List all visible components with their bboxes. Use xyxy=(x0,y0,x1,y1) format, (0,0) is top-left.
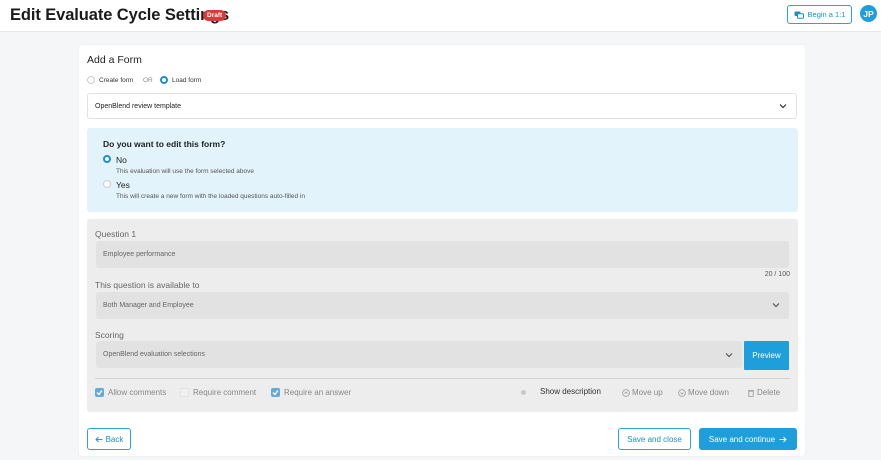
edit-yes-description: This will create a new form with the loa… xyxy=(116,193,305,200)
check-icon xyxy=(272,390,279,396)
character-counter: 20 / 100 xyxy=(764,271,790,278)
check-icon xyxy=(96,390,103,396)
chevron-down-icon xyxy=(772,303,780,308)
availability-label: This question is available to xyxy=(95,280,200,290)
avatar[interactable]: JP xyxy=(860,5,877,22)
allow-comments-label: Allow comments xyxy=(108,388,167,397)
card-title: Add a Form xyxy=(87,54,142,66)
create-form-radio[interactable] xyxy=(87,76,95,84)
form-card: Add a Form Create form OR Load form Open… xyxy=(79,45,805,456)
show-description-label: Show description xyxy=(540,387,601,396)
back-label: Back xyxy=(105,434,124,444)
scoring-label: Scoring xyxy=(95,330,124,340)
save-and-close-button[interactable]: Save and close xyxy=(618,428,691,450)
require-comment-checkbox[interactable] xyxy=(180,388,189,397)
move-up-label: Move up xyxy=(632,388,663,397)
availability-select-value: Both Manager and Employee xyxy=(103,302,194,309)
chat-icon xyxy=(794,11,804,19)
begin-one-on-one-button[interactable]: Begin a 1:1 xyxy=(787,5,852,24)
template-select[interactable]: OpenBlend review template xyxy=(87,93,797,119)
question-input[interactable]: Employee performance xyxy=(96,241,789,268)
arrow-left-icon xyxy=(94,436,103,442)
chevron-down-icon xyxy=(779,104,787,109)
show-description-toggle[interactable] xyxy=(521,390,526,395)
move-down-label: Move down xyxy=(688,388,729,397)
divider xyxy=(95,378,790,379)
require-answer-label: Require an answer xyxy=(284,388,352,397)
chevron-down-icon xyxy=(725,353,733,358)
move-up-button[interactable]: Move up xyxy=(622,388,663,397)
require-answer-checkbox[interactable] xyxy=(271,388,280,397)
save-and-continue-button[interactable]: Save and continue xyxy=(699,428,797,450)
preview-button[interactable]: Preview xyxy=(744,341,789,370)
trash-icon xyxy=(748,389,754,397)
delete-label: Delete xyxy=(757,388,781,397)
move-down-button[interactable]: Move down xyxy=(678,388,729,397)
load-form-radio[interactable] xyxy=(160,76,168,84)
scoring-select-value: OpenBlend evaluation selections xyxy=(103,351,205,358)
allow-comments-checkbox[interactable] xyxy=(95,388,104,397)
load-form-label: Load form xyxy=(172,77,202,84)
edit-no-description: This evaluation will use the form select… xyxy=(116,168,255,175)
or-separator: OR xyxy=(143,77,153,84)
question-label: Question 1 xyxy=(95,229,137,239)
template-select-value: OpenBlend review template xyxy=(95,103,181,110)
top-bar: Edit Evaluate Cycle Settings Draft Begin… xyxy=(0,0,881,32)
arrow-down-circle-icon xyxy=(678,388,686,397)
edit-no-radio[interactable] xyxy=(103,155,111,163)
save-and-continue-label: Save and continue xyxy=(708,434,776,444)
edit-form-question: Do you want to edit this form? xyxy=(103,139,226,149)
create-form-label: Create form xyxy=(99,77,134,84)
edit-yes-label: Yes xyxy=(116,180,130,190)
delete-button[interactable]: Delete xyxy=(747,388,780,397)
arrow-right-icon xyxy=(779,436,787,442)
arrow-up-circle-icon xyxy=(622,388,630,397)
question-panel: Question 1 Employee performance 20 / 100… xyxy=(87,219,798,412)
scoring-select[interactable]: OpenBlend evaluation selections xyxy=(96,341,742,368)
begin-button-label: Begin a 1:1 xyxy=(807,10,846,19)
page-title: Edit Evaluate Cycle Settings xyxy=(10,6,230,24)
status-badge: Draft xyxy=(203,10,227,21)
require-comment-label: Require comment xyxy=(193,388,257,397)
edit-no-label: No xyxy=(116,155,127,165)
availability-select[interactable]: Both Manager and Employee xyxy=(96,292,789,319)
edit-yes-radio[interactable] xyxy=(103,180,111,188)
question-input-value: Employee performance xyxy=(103,251,176,258)
back-button[interactable]: Back xyxy=(87,428,131,450)
edit-form-panel: Do you want to edit this form? No This e… xyxy=(87,128,798,212)
